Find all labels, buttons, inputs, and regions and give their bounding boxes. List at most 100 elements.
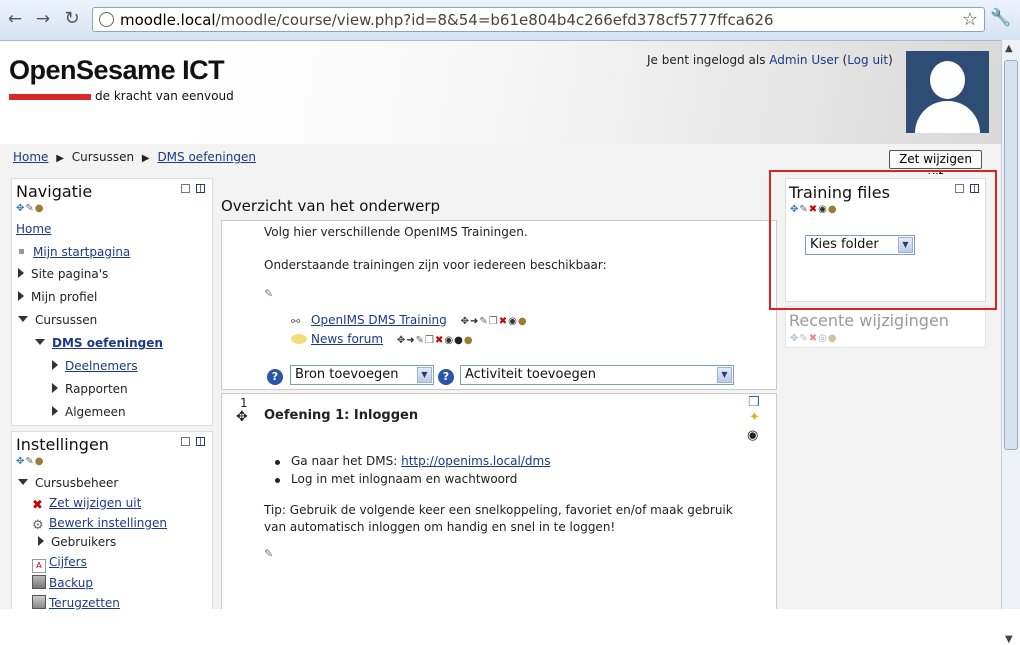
move-section-icon[interactable]: ✥ <box>236 409 248 425</box>
add-activity-select[interactable]: Activiteit toevoegen ▼ <box>460 365 734 385</box>
group-mode-icon[interactable]: ● <box>454 335 464 346</box>
duplicate-icon[interactable]: ❐ <box>425 335 435 346</box>
settings-edit-settings[interactable]: ⚙ Bewerk instellingen <box>32 516 167 533</box>
assign-roles-icon[interactable]: ● <box>35 456 45 467</box>
nav-site-pages[interactable]: Site pagina's <box>18 267 108 281</box>
assign-roles-icon[interactable]: ● <box>464 335 474 346</box>
turn-editing-off-button[interactable]: Zet wijzigen uit <box>889 150 982 183</box>
eye-icon[interactable]: ◉ <box>747 428 758 443</box>
tip-text: Tip: Gebruik de volgende keer een snelko… <box>264 503 733 534</box>
collapse-block-icon[interactable] <box>181 437 190 446</box>
nav-reports[interactable]: Rapporten <box>52 382 128 396</box>
eye-icon[interactable]: ◉ <box>508 316 518 327</box>
activity-link[interactable]: News forum <box>311 332 383 346</box>
settings-course-admin[interactable]: Cursusbeheer <box>18 476 118 490</box>
move-icon[interactable]: ✥ <box>461 316 470 327</box>
move-icon[interactable]: ✥ <box>16 203 25 214</box>
move-icon[interactable]: ✥ <box>397 335 406 346</box>
eye-closed-icon[interactable]: ◎ <box>818 333 828 344</box>
settings-backup[interactable]: Backup <box>32 575 93 590</box>
site-tagline: de kracht van eenvoud <box>95 89 234 103</box>
expand-arrow-icon <box>18 291 24 301</box>
edit-icon[interactable]: ✎ <box>25 456 34 467</box>
move-icon[interactable]: ✥ <box>16 456 25 467</box>
scroll-up-icon[interactable]: ▲ <box>1005 43 1013 54</box>
collapse-block-icon[interactable] <box>181 184 190 193</box>
settings-grades[interactable]: A Cijfers <box>32 555 87 573</box>
delete-icon[interactable]: ✖ <box>435 335 444 346</box>
nav-my-home[interactable]: Mijn startpagina <box>33 245 130 259</box>
forward-arrow-icon[interactable]: → <box>32 8 54 30</box>
move-icon[interactable]: ✥ <box>790 333 799 344</box>
add-resource-select[interactable]: Bron toevoegen ▼ <box>290 365 434 385</box>
scroll-thumb[interactable] <box>1004 60 1018 450</box>
bullet-icon <box>19 249 24 254</box>
logout-link[interactable]: Log uit <box>847 53 888 67</box>
user-profile-link[interactable]: Admin User <box>769 53 838 67</box>
logo-red-bar <box>9 94 91 100</box>
breadcrumb: Home ▶ Cursussen ▶ DMS oefeningen <box>13 150 256 164</box>
edit-icon[interactable]: ✎ <box>479 316 488 327</box>
activity-link[interactable]: OpenIMS DMS Training <box>311 313 447 327</box>
lightbulb-icon[interactable]: ✦ <box>749 410 760 425</box>
settings-edit-off[interactable]: ✖ Zet wijzigen uit <box>32 496 141 513</box>
nav-home[interactable]: Home <box>16 222 51 236</box>
delete-icon[interactable]: ✖ <box>499 316 508 327</box>
show-one-section-icon[interactable]: ❒ <box>748 395 760 410</box>
nav-courses[interactable]: Cursussen <box>18 313 97 327</box>
duplicate-icon[interactable]: ❐ <box>489 316 499 327</box>
address-bar[interactable]: moodle.local/moodle/course/view.php?id=8… <box>92 7 985 32</box>
dock-block-icon[interactable] <box>196 184 205 193</box>
collapse-arrow-icon <box>18 316 28 322</box>
reload-icon[interactable]: ↻ <box>61 8 83 30</box>
edit-summary-icon[interactable]: ✎ <box>264 287 273 300</box>
breadcrumb-course[interactable]: DMS oefeningen <box>157 150 256 164</box>
scroll-down-icon[interactable]: ▼ <box>1005 634 1013 645</box>
user-avatar[interactable] <box>906 51 989 133</box>
restore-icon <box>32 595 46 609</box>
bookmark-star-icon[interactable]: ☆ <box>962 9 978 30</box>
help-icon[interactable]: ? <box>267 369 283 385</box>
expand-arrow-icon <box>52 360 58 370</box>
delete-icon[interactable]: ✖ <box>809 333 818 344</box>
site-header: OpenSesame ICT de kracht van eenvoud Je … <box>0 41 1001 144</box>
collapse-arrow-icon <box>18 479 28 485</box>
eye-icon[interactable]: ◉ <box>444 335 454 346</box>
back-arrow-icon[interactable]: ← <box>4 8 26 30</box>
settings-restore[interactable]: Terugzetten <box>32 595 120 610</box>
indent-arrow-icon[interactable]: ➜ <box>470 316 479 327</box>
assign-roles-icon[interactable]: ● <box>828 333 838 344</box>
forum-icon <box>291 334 307 344</box>
dock-block-icon[interactable] <box>196 437 205 446</box>
indent-arrow-icon[interactable]: ➜ <box>406 335 415 346</box>
recent-activity-block: Recente wijzigingen ✥✎✖◎● <box>785 306 986 348</box>
exercise-steps: Ga naar het DMS: http://openims.local/dm… <box>274 454 550 490</box>
breadcrumb-home[interactable]: Home <box>13 150 48 164</box>
nav-my-profile[interactable]: Mijn profiel <box>18 290 97 304</box>
breadcrumb-courses: Cursussen <box>71 150 135 164</box>
edit-icon[interactable]: ✎ <box>25 203 34 214</box>
highlight-box <box>769 170 997 310</box>
wrench-menu-icon[interactable]: 🔧 <box>990 8 1011 28</box>
dms-link[interactable]: http://openims.local/dms <box>401 454 550 468</box>
nav-course-dms[interactable]: DMS oefeningen <box>35 336 163 350</box>
nav-general[interactable]: Algemeen <box>52 405 126 419</box>
edit-icon[interactable]: ✎ <box>799 333 808 344</box>
edit-off-icon: ✖ <box>32 498 43 513</box>
scorm-package-icon: ⚯ <box>291 315 301 328</box>
intro-text-2: Onderstaande trainingen zijn voor iedere… <box>264 258 607 272</box>
settings-users[interactable]: Gebruikers <box>38 535 116 549</box>
edit-summary-icon[interactable]: ✎ <box>264 547 273 560</box>
assign-roles-icon[interactable]: ● <box>518 316 528 327</box>
list-item: Ga naar het DMS: http://openims.local/dm… <box>274 454 550 472</box>
nav-participants[interactable]: Deelnemers <box>52 359 138 373</box>
block-edit-icons: ✥✎● <box>16 203 45 214</box>
help-icon[interactable]: ? <box>438 369 454 385</box>
assign-roles-icon[interactable]: ● <box>35 203 45 214</box>
vertical-scrollbar[interactable]: ▲ ▼ <box>1001 40 1020 645</box>
edit-icon[interactable]: ✎ <box>416 335 425 346</box>
page-title: Overzicht van het onderwerp <box>221 197 441 215</box>
settings-title: Instellingen <box>16 435 109 454</box>
expand-arrow-icon <box>18 268 24 278</box>
expand-arrow-icon <box>38 536 44 546</box>
